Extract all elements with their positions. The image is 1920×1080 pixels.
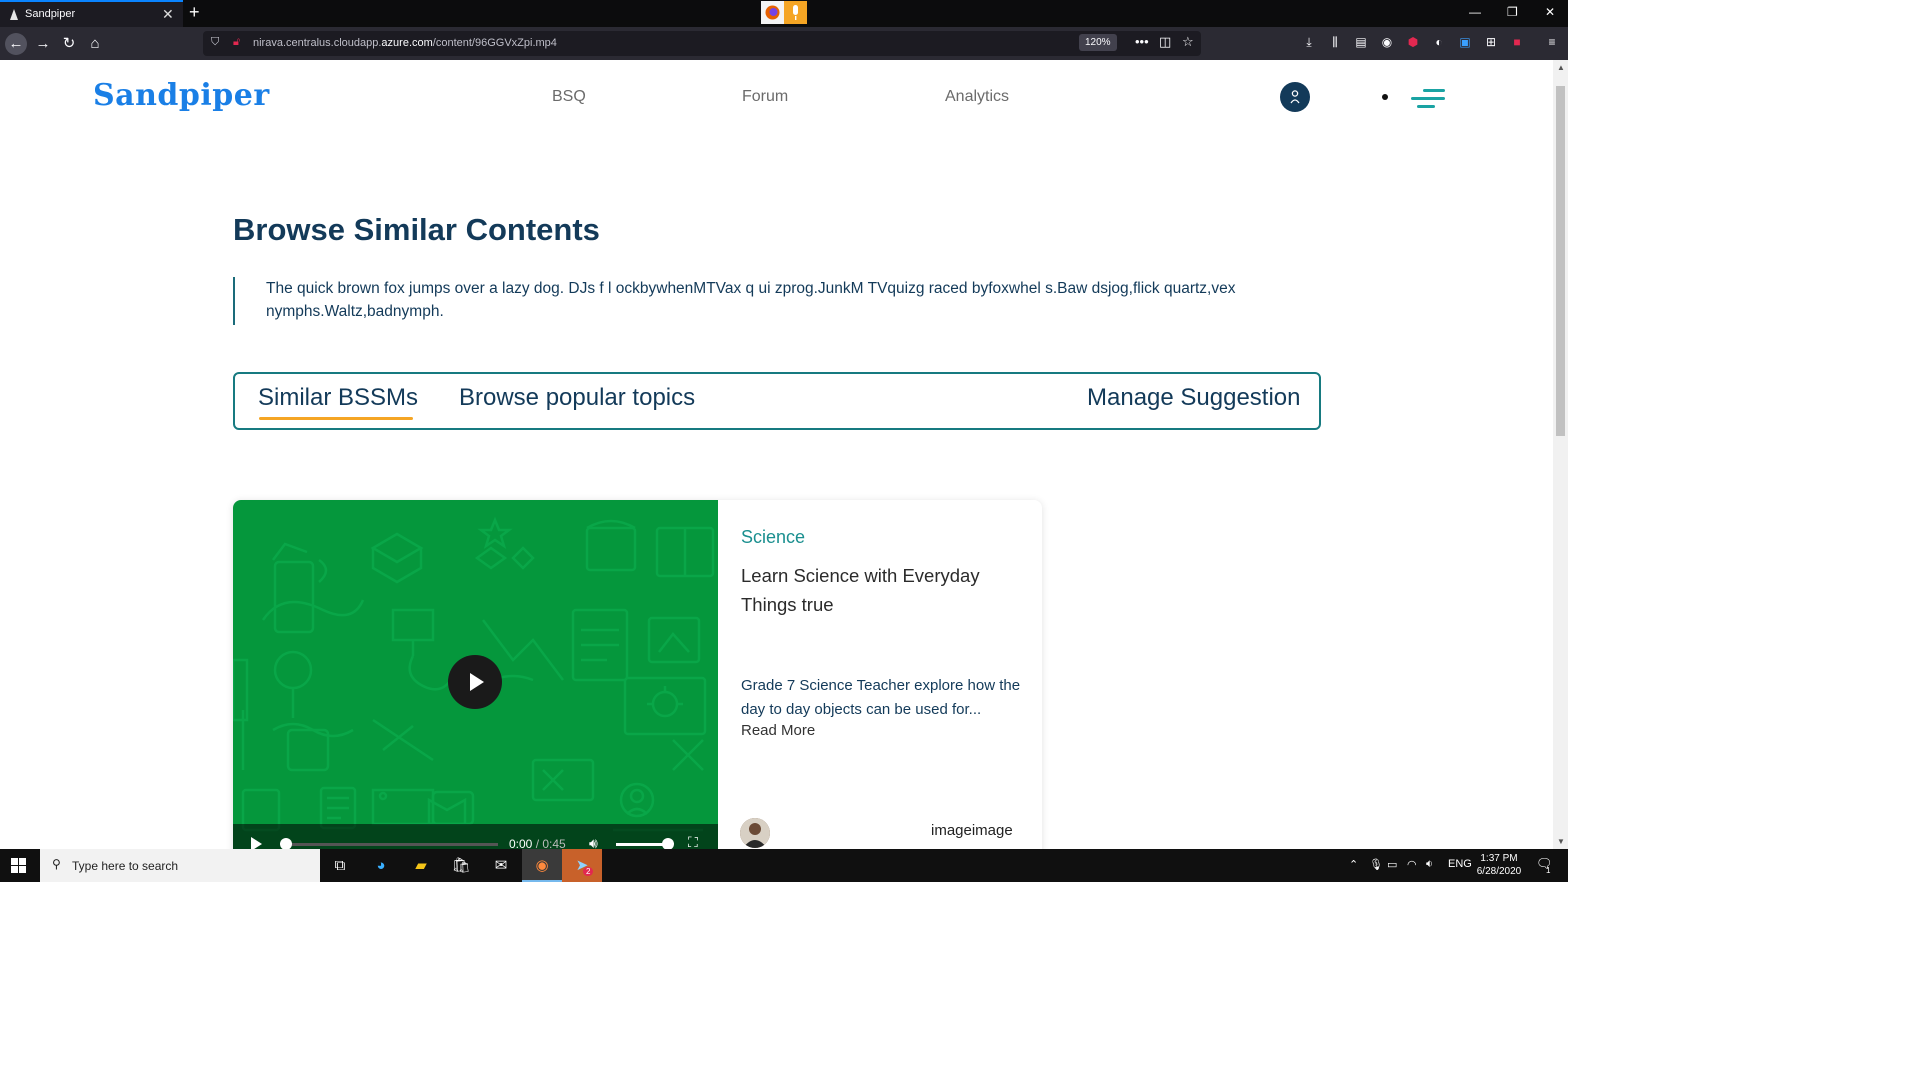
scroll-thumb[interactable] (1556, 86, 1565, 436)
scroll-down-icon[interactable]: ▼ (1557, 837, 1565, 846)
ublock-icon[interactable]: ⬢ (1405, 35, 1421, 51)
bookmark-star-icon[interactable]: ☆ (1182, 34, 1194, 50)
file-explorer-icon[interactable]: ▰ (410, 855, 432, 877)
close-tab-icon[interactable]: ✕ (162, 6, 174, 23)
browser-toolbar: ← → ↻ ⌂ ⛉ 🔓︎ nirava.centralus.cloudapp.a… (0, 27, 1568, 60)
notification-count: 1 (1546, 866, 1551, 875)
description-block: The quick brown fox jumps over a lazy do… (233, 277, 1293, 325)
clock-date: 6/28/2020 (1476, 866, 1522, 877)
volume-slider[interactable] (616, 843, 666, 846)
search-placeholder: Type here to search (72, 859, 179, 873)
task-view-icon[interactable]: ⧉ (329, 855, 351, 877)
card-title[interactable]: Learn Science with Everyday Things true (741, 561, 1011, 619)
windows-taskbar: ⚲ Type here to search ⧉ ◕ ▰ 🛍︎ ✉ ◉ ➤ 2 ⌃… (0, 849, 1568, 882)
insecure-lock-icon[interactable]: 🔓︎ (233, 36, 240, 49)
seek-handle[interactable] (280, 838, 292, 849)
sidebar-icon[interactable]: ▤ (1353, 35, 1369, 51)
library-icon[interactable]: ⫼ (1327, 35, 1343, 51)
microphone-icon (784, 1, 807, 24)
extension-sync-icon[interactable]: ◐ (1431, 35, 1447, 51)
store-icon[interactable]: 🛍︎ (450, 855, 472, 877)
notification-dot[interactable] (1382, 94, 1388, 100)
clock-time: 1:37 PM (1480, 853, 1518, 864)
minimize-window-icon[interactable]: — (1469, 5, 1481, 19)
show-hidden-icons-icon[interactable]: ⌃ (1349, 858, 1358, 871)
description-text: The quick brown fox jumps over a lazy do… (266, 280, 1236, 320)
site-logo[interactable]: Sandpiper (93, 78, 270, 113)
nav-analytics[interactable]: Analytics (945, 88, 1009, 106)
firefox-icon: ◉ (535, 857, 549, 874)
nav-bsq[interactable]: BSQ (552, 88, 586, 106)
big-play-button[interactable] (448, 655, 502, 709)
tab-manage-suggestion[interactable]: Manage Suggestion (1087, 384, 1301, 412)
page-actions-icon[interactable]: ••• (1135, 34, 1149, 49)
content-tabs: Similar BSSMs Browse popular topics Mana… (233, 372, 1321, 430)
new-tab-icon[interactable]: + (189, 2, 200, 23)
zoom-level-badge[interactable]: 120% (1079, 34, 1117, 51)
sandpiper-favicon-icon (10, 9, 18, 20)
video-time: 0:00 / 0:45 (509, 837, 566, 849)
play-icon[interactable] (251, 837, 262, 849)
browser-tab[interactable]: Sandpiper ✕ (0, 0, 183, 27)
page-title: Browse Similar Contents (233, 212, 600, 247)
extension-red-icon[interactable]: ■ (1509, 35, 1525, 51)
battery-icon[interactable]: ▭ (1387, 858, 1397, 871)
firefox-active-indicator (522, 880, 562, 882)
extensions-grid-icon[interactable]: ⊞ (1483, 35, 1499, 51)
microphone-tray-icon[interactable]: 🎙︎ (1369, 858, 1383, 871)
extension-badge-icon[interactable]: ▣ (1457, 35, 1473, 51)
search-icon: ⚲ (52, 857, 61, 871)
edge-icon[interactable]: ◕ (370, 855, 392, 877)
video-player[interactable]: 0:00 / 0:45 🔊︎ ⛶ (233, 500, 718, 849)
volume-icon[interactable]: 🔊︎ (589, 835, 598, 849)
content-card: 0:00 / 0:45 🔊︎ ⛶ Science Learn Science w… (233, 500, 1042, 849)
tab-browse-popular-topics[interactable]: Browse popular topics (459, 384, 695, 412)
browser-tab-bar: Sandpiper ✕ + — ❐ ✕ (0, 0, 1568, 27)
card-description: Grade 7 Science Teacher explore how the … (741, 677, 1021, 718)
windows-start-icon[interactable] (11, 858, 26, 873)
author-name: imageimage (931, 822, 1013, 839)
volume-handle[interactable] (662, 838, 674, 849)
user-icon (1290, 90, 1300, 104)
back-icon[interactable]: ← (5, 33, 27, 55)
language-indicator[interactable]: ENG (1448, 858, 1472, 870)
forward-icon[interactable]: → (32, 33, 54, 55)
tracking-shield-icon[interactable]: ⛉ (211, 36, 219, 49)
card-info: Science Learn Science with Everyday Thin… (718, 500, 1042, 849)
screen-recorder-indicator[interactable] (761, 1, 807, 24)
video-controls: 0:00 / 0:45 🔊︎ ⛶ (233, 824, 718, 849)
nav-forum[interactable]: Forum (742, 88, 788, 106)
wifi-icon[interactable]: ◠ (1407, 858, 1417, 871)
taskbar-search[interactable]: ⚲ Type here to search (40, 849, 320, 882)
active-tab-indicator (259, 417, 413, 420)
fullscreen-icon[interactable]: ⛶ (688, 834, 698, 849)
url-text: nirava.centralus.cloudapp.azure.com/cont… (253, 37, 557, 49)
author-photo-icon (740, 818, 770, 848)
page-scrollbar[interactable]: ▲ ▼ (1553, 60, 1568, 849)
reload-icon[interactable]: ↻ (58, 33, 80, 55)
web-page: Sandpiper BSQ Forum Analytics Browse Sim… (0, 60, 1553, 849)
read-more-link[interactable]: Read More (741, 722, 815, 739)
card-subject[interactable]: Science (741, 527, 805, 548)
restore-window-icon[interactable]: ❐ (1507, 5, 1518, 19)
tab-similar-bssms[interactable]: Similar BSSMs (258, 384, 418, 412)
menu-toggle-icon[interactable] (1411, 87, 1445, 111)
firefox-share-icon (761, 1, 784, 24)
seek-bar[interactable] (283, 843, 498, 846)
address-bar[interactable]: ⛉ 🔓︎ nirava.centralus.cloudapp.azure.com… (203, 31, 1201, 56)
taskbar-clock[interactable]: 1:37 PM 6/28/2020 (1474, 852, 1524, 878)
scroll-up-icon[interactable]: ▲ (1557, 63, 1565, 72)
account-icon[interactable]: ◉ (1379, 35, 1395, 51)
speaker-icon[interactable]: 🔉︎ (1426, 858, 1433, 871)
downloads-icon[interactable]: ⤓ (1301, 35, 1317, 51)
mail-icon[interactable]: ✉ (490, 855, 512, 877)
home-icon[interactable]: ⌂ (84, 33, 106, 55)
menu-icon[interactable]: ≡ (1544, 35, 1560, 51)
profile-button[interactable] (1280, 82, 1310, 112)
close-window-icon[interactable]: ✕ (1545, 5, 1555, 19)
tab-title: Sandpiper (25, 8, 76, 20)
author-avatar[interactable] (740, 818, 770, 848)
pocket-icon[interactable]: ◫ (1159, 34, 1171, 50)
